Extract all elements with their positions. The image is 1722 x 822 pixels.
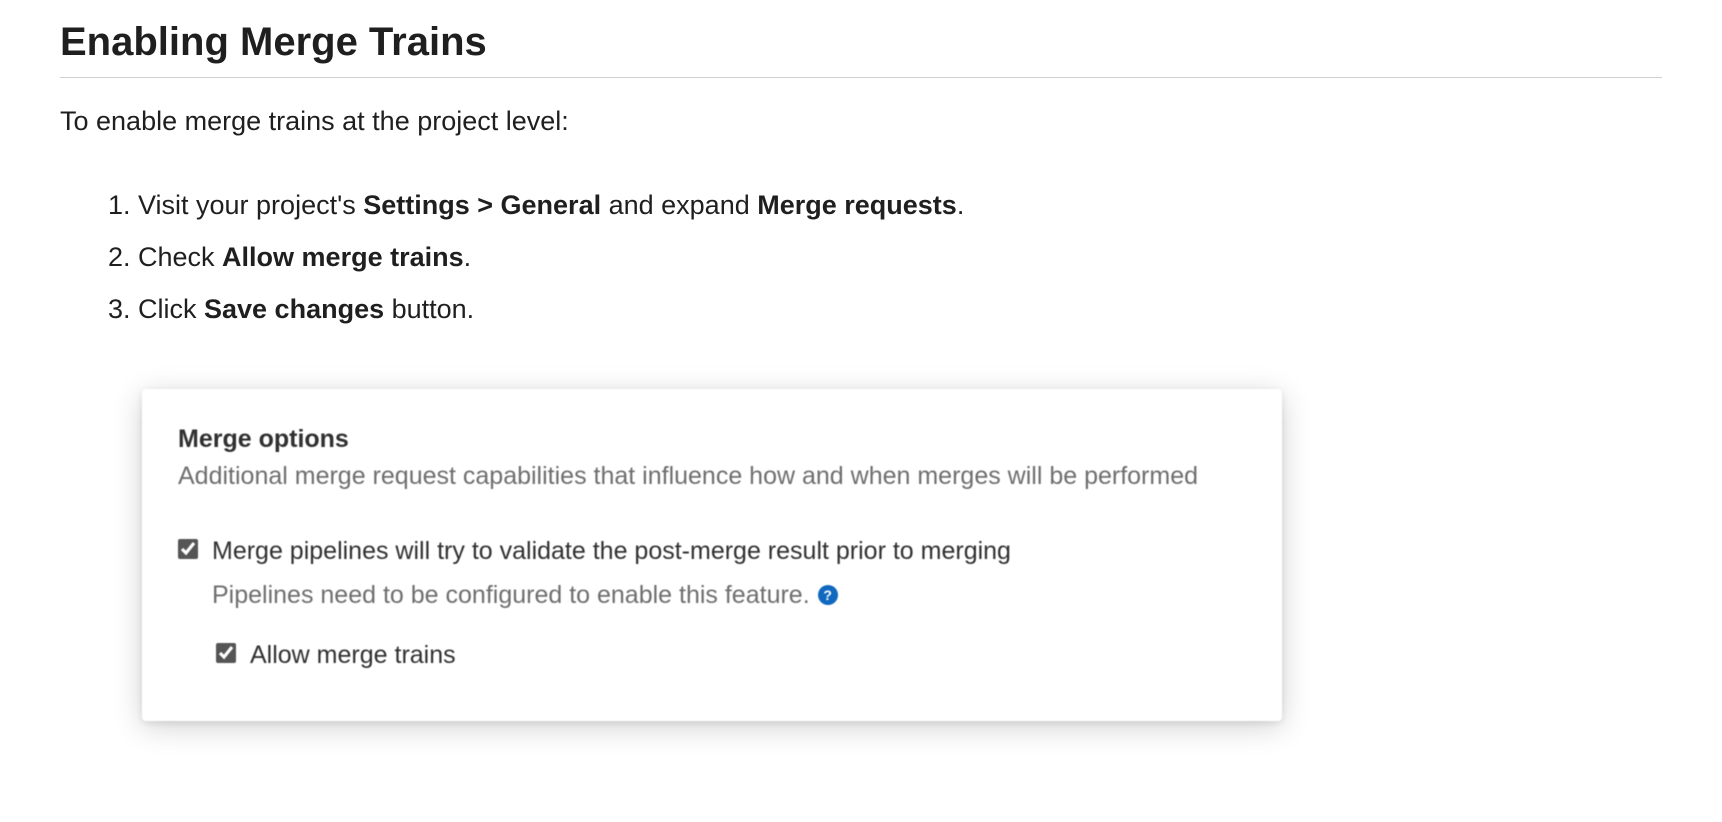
step-item: Check Allow merge trains. <box>138 237 1662 279</box>
merge-pipelines-label: Merge pipelines will try to validate the… <box>212 533 1011 569</box>
allow-merge-trains-checkbox[interactable] <box>216 643 236 663</box>
merge-options-panel: Merge options Additional merge request c… <box>142 389 1282 722</box>
step-bold: Settings > General <box>363 190 601 220</box>
allow-merge-trains-option: Allow merge trains <box>216 637 1246 673</box>
allow-merge-trains-label: Allow merge trains <box>250 637 456 673</box>
step-item: Visit your project's Settings > General … <box>138 185 1662 227</box>
step-bold: Merge requests <box>757 190 957 220</box>
help-text: Pipelines need to be configured to enabl… <box>212 577 810 613</box>
intro-text: To enable merge trains at the project le… <box>60 106 1662 137</box>
step-text: and expand <box>601 190 757 220</box>
merge-pipelines-checkbox[interactable] <box>178 539 198 559</box>
merge-pipelines-help: Pipelines need to be configured to enabl… <box>212 577 1246 613</box>
section-heading: Enabling Merge Trains <box>60 20 1662 78</box>
step-text: . <box>464 242 472 272</box>
step-text: button. <box>384 294 474 324</box>
merge-pipelines-option: Merge pipelines will try to validate the… <box>178 533 1246 569</box>
step-bold: Allow merge trains <box>222 242 464 272</box>
step-text: . <box>957 190 965 220</box>
step-bold: Save changes <box>204 294 384 324</box>
step-text: Click <box>138 294 204 324</box>
step-text: Visit your project's <box>138 190 363 220</box>
panel-subtitle: Additional merge request capabilities th… <box>178 462 1246 491</box>
panel-title: Merge options <box>178 425 1246 454</box>
help-icon[interactable]: ? <box>818 585 838 605</box>
step-text: Check <box>138 242 222 272</box>
steps-list: Visit your project's Settings > General … <box>138 185 1662 331</box>
step-item: Click Save changes button. <box>138 289 1662 331</box>
